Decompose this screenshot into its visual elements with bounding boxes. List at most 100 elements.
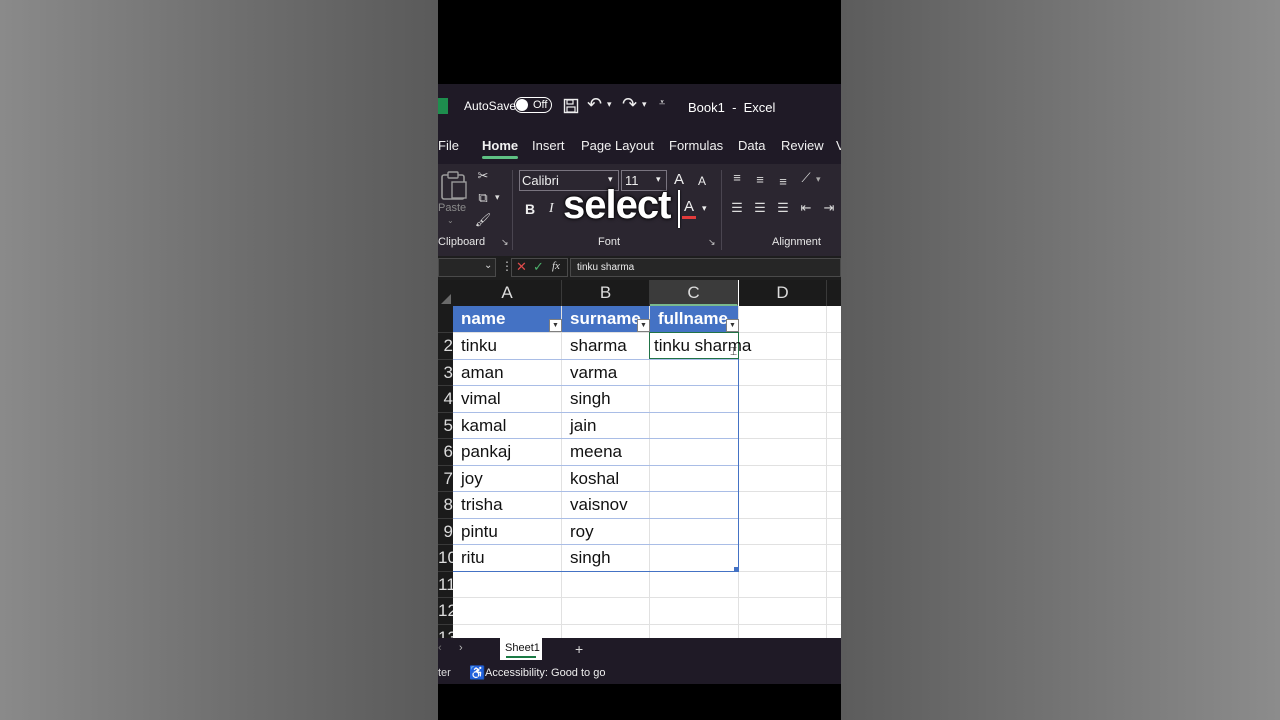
worksheet-grid[interactable]: A B C D 2 3 4 5 6 7 8 9 10 11 12 13 — [438, 280, 841, 638]
tab-file[interactable]: File — [438, 138, 459, 153]
cancel-entry-icon[interactable]: ✕ — [516, 259, 527, 275]
cell-b9[interactable]: roy — [562, 519, 649, 544]
font-color-dropdown-icon[interactable]: ▾ — [702, 203, 707, 214]
format-painter-icon[interactable]: 🖌 — [474, 212, 492, 228]
save-icon[interactable] — [563, 98, 579, 114]
row-header-4[interactable]: 4 — [438, 386, 453, 413]
column-header-c[interactable]: C — [650, 280, 738, 306]
table-header-name[interactable]: name — [453, 306, 561, 332]
cell-b5[interactable]: jain — [562, 413, 649, 438]
row-header-7[interactable]: 7 — [438, 466, 453, 492]
align-center-icon[interactable]: ☰ — [751, 200, 769, 216]
cell-a7[interactable]: joy — [453, 466, 561, 491]
clipboard-launcher-icon[interactable]: ↘ — [501, 237, 509, 248]
filter-dropdown-icon[interactable]: ▼ — [549, 319, 562, 332]
tab-review[interactable]: Review — [781, 138, 824, 153]
cell-a8[interactable]: trisha — [453, 492, 561, 518]
orientation-icon[interactable]: ⟋ — [797, 170, 815, 186]
cell-b4[interactable]: singh — [562, 386, 649, 412]
copy-dropdown-icon[interactable]: ▾ — [495, 192, 500, 203]
row-header-9[interactable]: 9 — [438, 519, 453, 545]
font-launcher-icon[interactable]: ↘ — [708, 237, 716, 248]
grow-font-button[interactable]: A — [674, 171, 684, 188]
cell-a2[interactable]: tinku — [453, 333, 561, 359]
accessibility-status[interactable]: Accessibility: Good to go — [485, 667, 605, 679]
row-header-1[interactable] — [438, 306, 453, 333]
scroll-tabs-right-icon[interactable]: › — [459, 642, 463, 654]
cell-a6[interactable]: pankaj — [453, 439, 561, 465]
tab-view-partial[interactable]: V — [836, 138, 841, 153]
formula-input[interactable]: tinku sharma — [570, 258, 841, 277]
customize-quick-access-icon[interactable]: ⩡ — [659, 97, 665, 110]
select-all-triangle — [441, 294, 451, 304]
align-left-icon[interactable]: ☰ — [728, 200, 746, 216]
cell-b3[interactable]: varma — [562, 360, 649, 385]
align-top-icon[interactable]: ≡ — [728, 170, 746, 186]
row-header-2[interactable]: 2 — [438, 333, 453, 360]
filter-dropdown-icon[interactable]: ▼ — [726, 319, 739, 332]
cut-icon[interactable]: ✂ — [474, 168, 492, 184]
sheet-tab-sheet1[interactable]: Sheet1 — [500, 638, 542, 660]
column-header-e-partial[interactable] — [827, 280, 841, 306]
column-header-b[interactable]: B — [562, 280, 650, 306]
paste-dropdown-icon[interactable]: ⌄ — [447, 216, 454, 225]
undo-icon[interactable]: ↶ — [587, 94, 602, 115]
cell-a5[interactable]: kamal — [453, 413, 561, 438]
accessibility-icon[interactable]: ♿ — [469, 665, 485, 681]
cell-a10[interactable]: ritu — [453, 545, 561, 571]
row-header-5[interactable]: 5 — [438, 413, 453, 439]
copy-icon[interactable]: ⧉ — [474, 190, 492, 206]
cell-b10[interactable]: singh — [562, 545, 649, 571]
decrease-indent-icon[interactable]: ⇤ — [797, 200, 815, 216]
tab-home[interactable]: Home — [482, 138, 519, 159]
row-header-12[interactable]: 12 — [438, 598, 453, 625]
font-color-button[interactable]: A — [684, 198, 694, 215]
paste-label[interactable]: Paste — [438, 202, 466, 214]
insert-function-button[interactable]: fx — [552, 260, 560, 272]
cell-a9[interactable]: pintu — [453, 519, 561, 544]
row-header-6[interactable]: 6 — [438, 439, 453, 466]
redo-dropdown-icon[interactable]: ▾ — [642, 99, 647, 110]
tab-formulas[interactable]: Formulas — [669, 138, 723, 153]
align-right-icon[interactable]: ☰ — [774, 200, 792, 216]
paste-icon[interactable] — [439, 170, 469, 200]
tab-page-layout[interactable]: Page Layout — [581, 138, 654, 153]
tab-insert[interactable]: Insert — [532, 138, 565, 153]
cell-b2[interactable]: sharma — [562, 333, 649, 359]
tab-data[interactable]: Data — [738, 138, 765, 153]
add-sheet-button[interactable]: + — [575, 641, 583, 657]
table-header-surname[interactable]: surname — [562, 306, 649, 332]
scroll-tabs-left-icon[interactable]: ‹ — [438, 642, 442, 654]
cell-b6[interactable]: meena — [562, 439, 649, 465]
filter-dropdown-icon[interactable]: ▼ — [637, 319, 650, 332]
align-bottom-icon[interactable]: ≡ — [774, 174, 792, 190]
column-header-a[interactable]: A — [453, 280, 562, 306]
redo-icon[interactable]: ↷ — [622, 94, 637, 115]
orientation-dropdown-icon[interactable]: ▾ — [816, 174, 821, 185]
column-header-d[interactable]: D — [739, 280, 827, 306]
group-divider — [512, 170, 513, 250]
cell-a3[interactable]: aman — [453, 360, 561, 385]
row-header-13[interactable]: 13 — [438, 625, 453, 638]
row-header-11[interactable]: 11 — [438, 572, 453, 598]
shrink-font-button[interactable]: A — [698, 174, 706, 188]
cell-b7[interactable]: koshal — [562, 466, 649, 491]
row-header-8[interactable]: 8 — [438, 492, 453, 519]
cell-a4[interactable]: vimal — [453, 386, 561, 412]
confirm-entry-icon[interactable]: ✓ — [533, 259, 544, 275]
cell-b8[interactable]: vaisnov — [562, 492, 649, 518]
increase-indent-icon[interactable]: ⇥ — [820, 200, 838, 216]
table-header-fullname[interactable]: fullname — [650, 306, 738, 332]
row-header-10[interactable]: 10 — [438, 545, 453, 572]
bold-button[interactable]: B — [525, 201, 535, 217]
align-middle-icon[interactable]: ≡ — [751, 172, 769, 188]
table-resize-handle[interactable] — [734, 567, 739, 572]
autosave-toggle[interactable]: Off — [514, 97, 552, 113]
undo-dropdown-icon[interactable]: ▾ — [607, 99, 612, 110]
cell-c2-active[interactable]: tinku sharma — [649, 332, 751, 359]
select-all-corner[interactable] — [438, 280, 453, 306]
row-header-3[interactable]: 3 — [438, 360, 453, 386]
sheet-tabs-bar: ‹ › Sheet1 + — [438, 638, 841, 662]
italic-button[interactable]: I — [549, 201, 554, 217]
name-box[interactable]: ⌄ — [438, 258, 496, 277]
